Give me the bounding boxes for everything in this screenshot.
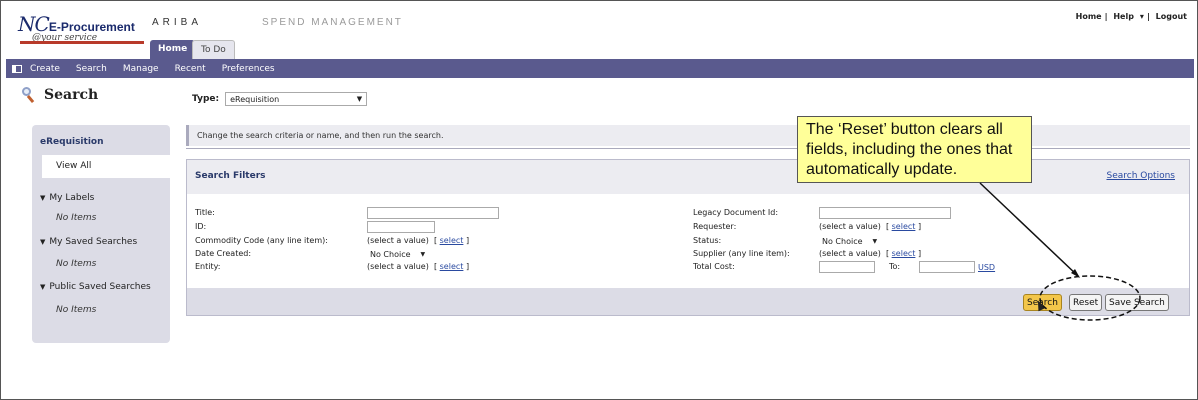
callout-arrow-line: [979, 182, 1079, 277]
annotation-overlay: [979, 182, 1141, 321]
highlight-dashed-ellipse: [1039, 275, 1141, 321]
